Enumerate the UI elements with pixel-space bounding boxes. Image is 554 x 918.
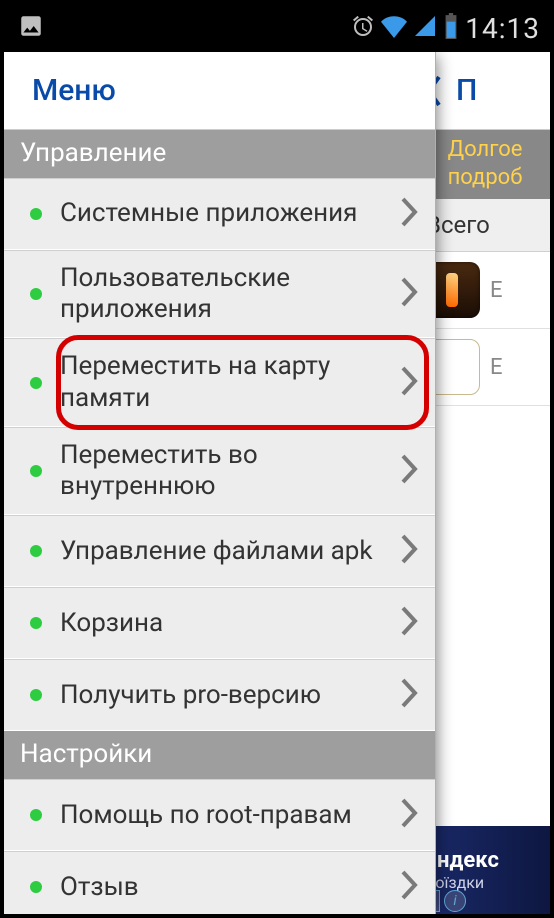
menu-item-label: Управление файлами apk: [60, 536, 373, 567]
menu-item[interactable]: Корзина: [4, 587, 435, 659]
alarm-icon: [351, 14, 375, 42]
tip-bar: Долгое подроб: [420, 130, 550, 199]
tip-line: подроб: [426, 164, 544, 192]
chevron-right-icon: [399, 275, 421, 313]
battery-icon: [443, 13, 459, 43]
clock: 14:13: [465, 12, 540, 45]
bullet-icon: [30, 809, 42, 821]
menu-item-label: Переместить на карту памяти: [60, 351, 381, 413]
menu-item[interactable]: Получить pro-версию: [4, 659, 435, 731]
menu-item-label: Переместить во внутреннюю: [60, 440, 381, 502]
menu-item-label: Помощь по root-правам: [60, 800, 352, 831]
menu-item-label: Корзина: [60, 608, 163, 639]
tip-line: Долгое: [426, 136, 544, 164]
chevron-right-icon: [399, 532, 421, 570]
bullet-icon: [30, 881, 42, 893]
menu-item-label: Отзыв: [60, 872, 139, 903]
chevron-right-icon: [399, 676, 421, 714]
menu-item-label: Пользовательские приложения: [60, 263, 381, 325]
device-frame: 14:13 П Долгое подроб Всего Е Е Яндекс По…: [0, 0, 554, 918]
menu-item[interactable]: Системные приложения: [4, 178, 435, 250]
underlying-title: П: [456, 73, 477, 108]
screen: 14:13 П Долгое подроб Всего Е Е Яндекс По…: [4, 4, 550, 914]
bullet-icon: [30, 377, 42, 389]
chevron-right-icon: [399, 604, 421, 642]
menu-item-label: Получить pro-версию: [60, 680, 321, 711]
bullet-icon: [30, 617, 42, 629]
menu-item[interactable]: Пользовательские приложения: [4, 250, 435, 338]
drawer-body[interactable]: Управление Системные приложения Пользовате…: [4, 130, 435, 914]
drawer-title: Меню: [32, 73, 116, 108]
menu-item[interactable]: Переместить во внутреннюю: [4, 427, 435, 515]
chevron-right-icon: [399, 452, 421, 490]
chevron-right-icon: [399, 868, 421, 906]
menu-item[interactable]: Управление файлами apk: [4, 515, 435, 587]
menu-item-label: Системные приложения: [60, 198, 357, 229]
drawer-header: Меню: [4, 52, 435, 130]
app-text: Е: [490, 355, 503, 380]
bullet-icon: [30, 689, 42, 701]
section-header: Управление: [4, 130, 435, 178]
section-header: Настройки: [4, 731, 435, 779]
ad-text: Яндекс: [424, 848, 546, 873]
signal-icon: [413, 14, 437, 42]
bullet-icon: [30, 545, 42, 557]
ad-text: Поїздки: [424, 873, 546, 892]
app-text: Е: [490, 278, 503, 303]
image-icon: [18, 13, 44, 43]
menu-item[interactable]: Переместить на карту памяти: [4, 338, 435, 426]
status-bar: 14:13: [4, 4, 550, 52]
side-drawer: Меню Управление Системные приложения Польз…: [4, 52, 436, 914]
menu-item[interactable]: Помощь по root-правам: [4, 779, 435, 851]
chevron-right-icon: [399, 195, 421, 233]
chevron-right-icon: [399, 364, 421, 402]
bullet-icon: [30, 288, 42, 300]
app-row[interactable]: Е: [420, 252, 550, 329]
underlying-header: П: [420, 52, 550, 130]
bullet-icon: [30, 208, 42, 220]
menu-item[interactable]: Отзыв: [4, 851, 435, 914]
chevron-right-icon: [399, 796, 421, 834]
total-row: Всего: [420, 199, 550, 252]
bullet-icon: [30, 465, 42, 477]
ad-info-icon[interactable]: i: [444, 890, 466, 912]
wifi-icon: [381, 13, 407, 43]
underlying-screen: П Долгое подроб Всего Е Е Яндекс Поїздки …: [420, 52, 550, 914]
ad-banner[interactable]: Яндекс Поїздки ✕ i: [420, 826, 550, 914]
app-row[interactable]: Е: [420, 329, 550, 406]
